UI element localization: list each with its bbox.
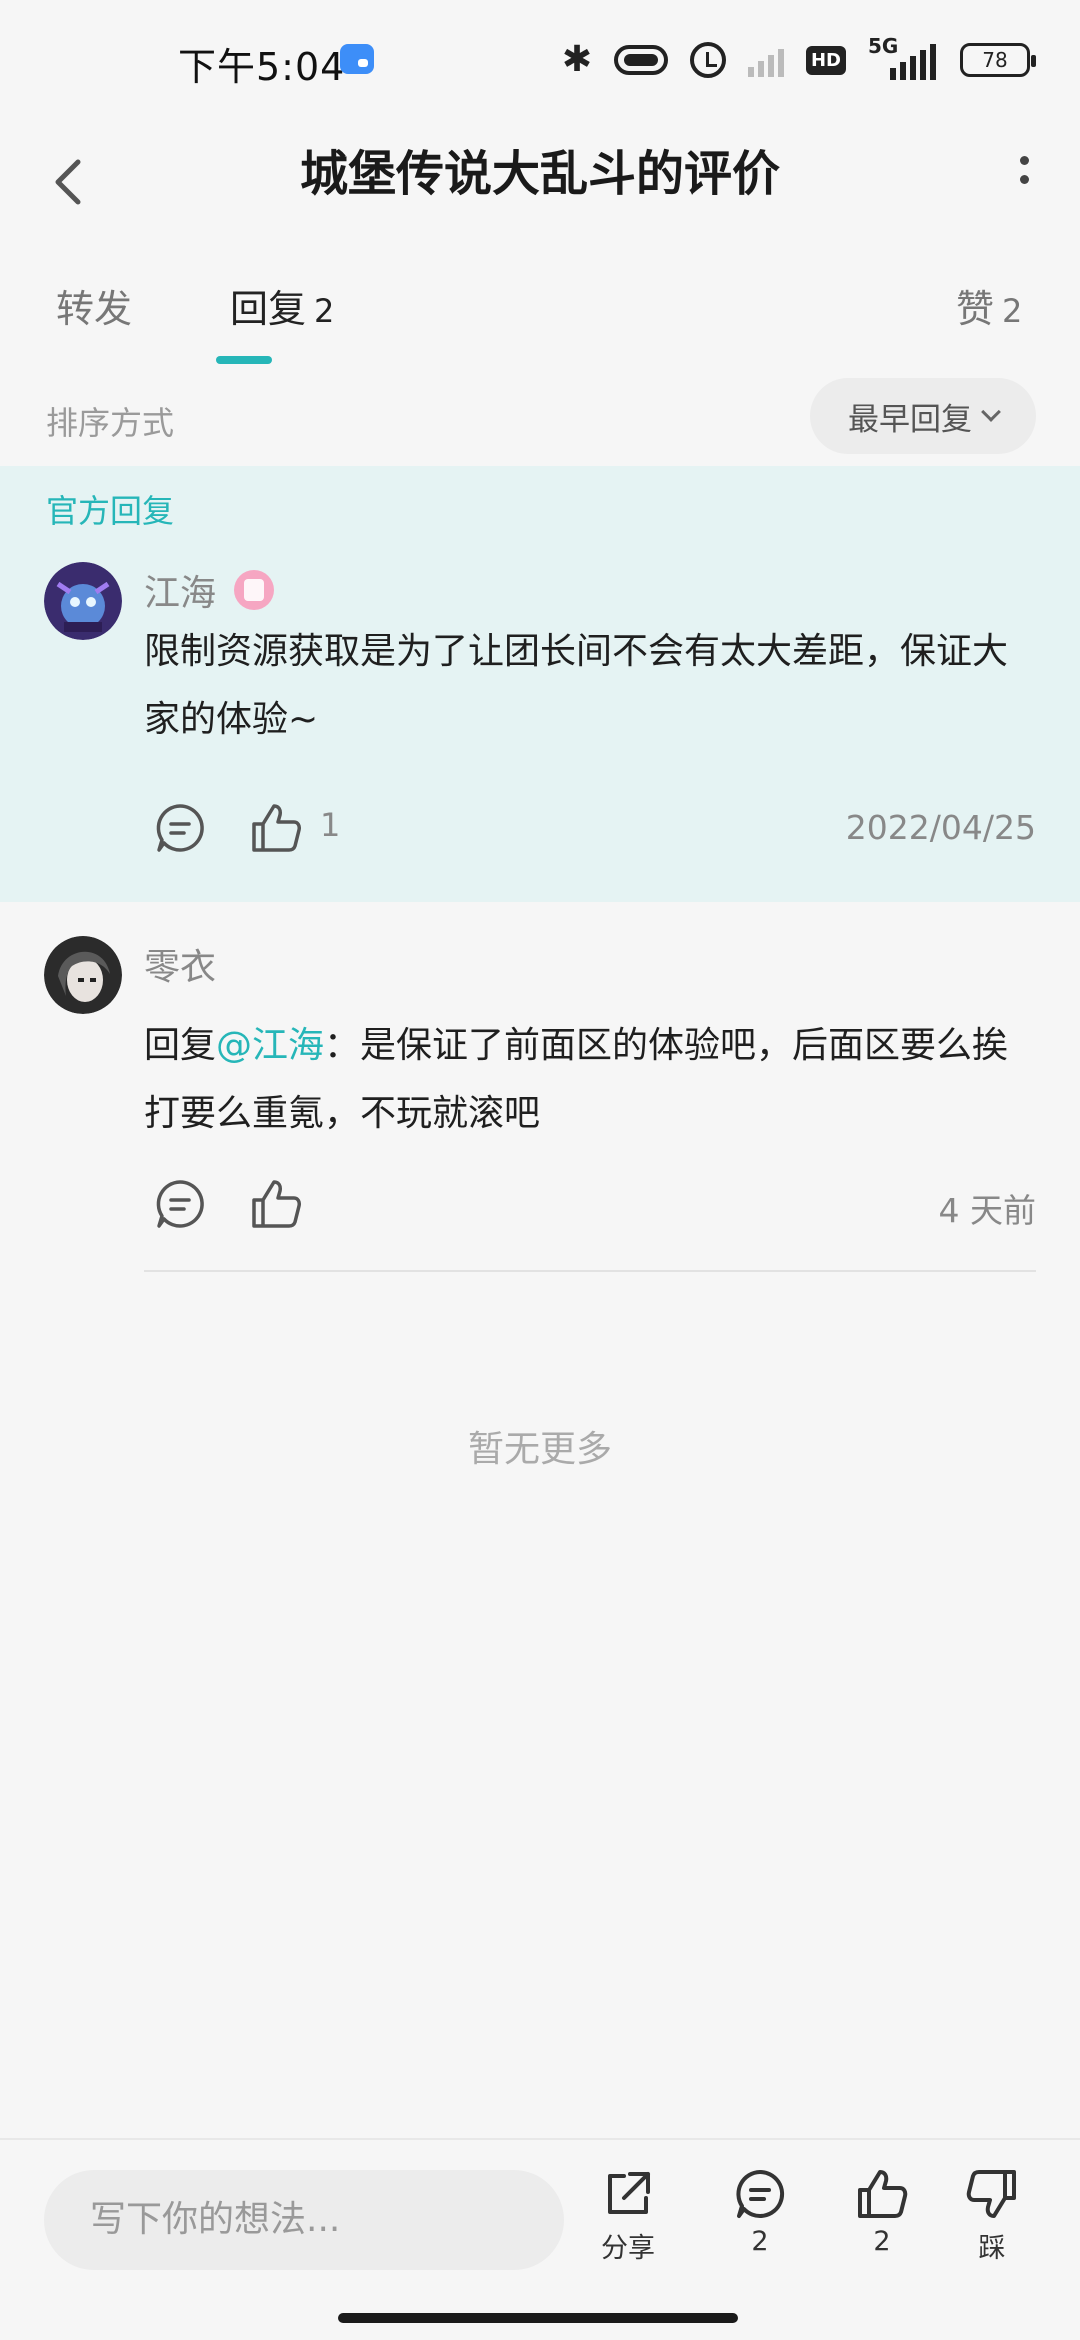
status-icons: ✱ HD 5G 78 xyxy=(561,34,1036,82)
official-reply-item: 江海 限制资源获取是为了让团长间不会有太大差距，保证大家的体验~ 1 2022/… xyxy=(0,562,1080,902)
comment-count: 2 xyxy=(751,2226,769,2257)
reply-actions: 4 天前 xyxy=(144,1176,1036,1236)
thumbs-up-icon xyxy=(858,2170,908,2218)
home-indicator[interactable] xyxy=(338,2313,738,2323)
vibrate-icon xyxy=(613,45,668,75)
like-button[interactable] xyxy=(248,800,304,856)
official-reply-label: 官方回复 xyxy=(46,492,175,530)
more-button[interactable] xyxy=(1012,150,1036,210)
reply-time: 4 天前 xyxy=(938,1191,1037,1230)
comment-icon xyxy=(156,804,204,852)
review-detail-page: 下午5:04 ✱ HD 5G 78 城堡传说大乱斗的评价 转发 回复 2 赞 2… xyxy=(0,0,1080,2340)
mention-link[interactable]: @江海 xyxy=(216,1025,324,1066)
official-badge-icon xyxy=(234,570,274,610)
like-button[interactable] xyxy=(248,1176,304,1232)
reply-date: 2022/04/25 xyxy=(845,808,1036,847)
reply-text: 回复@江海：是保证了前面区的体验吧，后面区要么挨打要么重氪，不玩就滚吧 xyxy=(144,1012,1040,1148)
no-more-text: 暂无更多 xyxy=(467,1429,612,1470)
dislike-label: 踩 xyxy=(978,2233,1006,2264)
tab-bar: 转发 回复 2 赞2 xyxy=(0,270,1080,370)
page-title: 城堡传说大乱斗的评价 xyxy=(299,146,780,202)
avatar[interactable] xyxy=(44,562,122,640)
tab-count: 2 xyxy=(314,292,335,330)
tab-reposts[interactable]: 转发 xyxy=(56,278,132,333)
sort-dropdown[interactable]: 最早回复 xyxy=(810,378,1036,454)
like-count: 1 xyxy=(320,806,341,844)
official-reply-section: 官方回复 江海 限制资源获取是为了让团长间不会有太大差距，保证大家的体验~ 1 … xyxy=(0,466,1080,902)
signal-icon: 5G xyxy=(868,34,938,80)
avatar-image xyxy=(44,562,122,640)
status-time: 下午5:04 xyxy=(178,45,346,89)
thumbs-up-icon xyxy=(252,1180,301,1228)
share-icon xyxy=(608,2172,650,2214)
top-app-bar: 城堡传说大乱斗的评价 xyxy=(0,120,1080,250)
avatar-image xyxy=(44,936,122,1014)
comment-button[interactable] xyxy=(152,800,208,856)
comment-button[interactable] xyxy=(152,1176,208,1232)
username[interactable]: 江海 xyxy=(144,564,216,616)
chevron-down-icon xyxy=(981,402,1001,422)
hd-icon: HD xyxy=(805,45,846,75)
share-label: 分享 xyxy=(601,2233,655,2264)
thumbs-up-icon xyxy=(252,804,301,852)
share-button[interactable]: 分享 xyxy=(588,2166,668,2265)
tab-count: 2 xyxy=(1002,292,1023,330)
tab-indicator xyxy=(216,356,272,364)
reply-item: 零衣 回复@江海：是保证了前面区的体验吧，后面区要么挨打要么重氪，不玩就滚吧 4… xyxy=(0,936,1080,1276)
more-vertical-icon xyxy=(1012,156,1036,184)
thumbs-down-icon xyxy=(966,2170,1016,2218)
wifi-icon xyxy=(747,43,784,77)
app-notification-icon xyxy=(340,44,374,74)
comment-count-button[interactable]: 2 xyxy=(720,2166,800,2257)
sort-value: 最早回复 xyxy=(848,401,972,438)
sort-bar: 排序方式 最早回复 xyxy=(0,376,1080,466)
tab-label: 赞 xyxy=(956,287,995,331)
tab-label: 回复 xyxy=(230,287,307,331)
reply-prefix: 回复 xyxy=(144,1025,217,1066)
reply-text: 限制资源获取是为了让团长间不会有太大差距，保证大家的体验~ xyxy=(144,631,1009,740)
alarm-icon xyxy=(689,42,726,78)
battery-icon: 78 xyxy=(960,43,1036,77)
tab-replies[interactable]: 回复 2 xyxy=(230,278,334,333)
username[interactable]: 零衣 xyxy=(144,938,216,990)
comment-icon xyxy=(736,2169,785,2218)
reply-actions: 1 2022/04/25 xyxy=(144,800,1036,860)
status-bar: 下午5:04 ✱ HD 5G 78 xyxy=(0,0,1080,120)
like-count: 2 xyxy=(873,2226,891,2257)
dislike-button[interactable]: 踩 xyxy=(952,2166,1032,2265)
tab-label: 转发 xyxy=(56,287,133,331)
bottom-action-bar: 写下你的想法... 分享 2 2 踩 xyxy=(0,2138,1080,2278)
avatar[interactable] xyxy=(44,936,122,1014)
divider xyxy=(144,1270,1036,1272)
comment-icon xyxy=(156,1180,204,1228)
tab-likes[interactable]: 赞2 xyxy=(956,278,1022,333)
like-count-button[interactable]: 2 xyxy=(842,2166,922,2257)
comment-input[interactable]: 写下你的想法... xyxy=(44,2170,564,2270)
bluetooth-icon: ✱ xyxy=(561,39,592,80)
sort-label: 排序方式 xyxy=(46,404,175,442)
